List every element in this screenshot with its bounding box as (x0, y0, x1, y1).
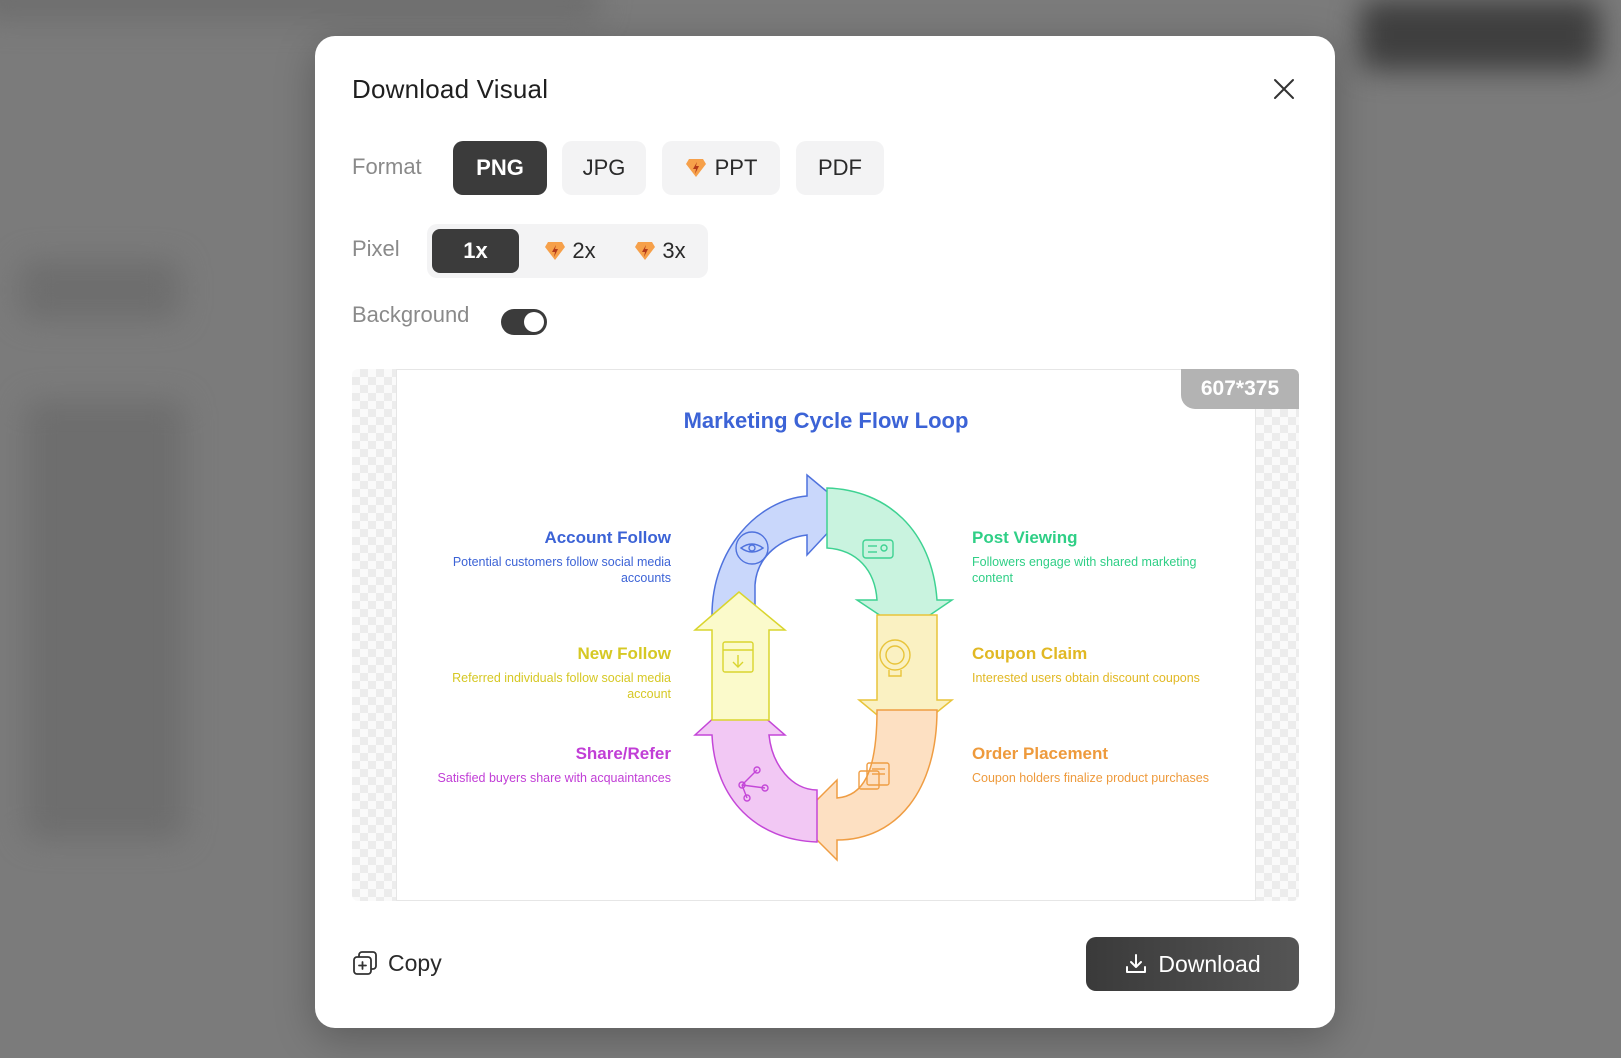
format-option-png[interactable]: PNG (453, 141, 547, 195)
loop-segment-new-follow (692, 591, 788, 721)
format-option-label: PPT (714, 155, 758, 180)
step-description: Potential customers follow social media … (452, 555, 671, 585)
step-account-follow: Account Follow Potential customers follo… (431, 528, 671, 586)
format-option-label: JPG (582, 155, 626, 180)
step-order-placement: Order Placement Coupon holders finalize … (972, 744, 1212, 786)
background-panel (25, 400, 185, 840)
pixel-option-label: 1x (463, 238, 488, 263)
premium-gem-icon (685, 159, 706, 177)
pixel-option-3x[interactable]: 3x (617, 229, 703, 273)
dialog-title: Download Visual (352, 74, 549, 104)
step-title: Share/Refer (575, 744, 671, 763)
step-description: Followers engage with shared marketing c… (972, 555, 1197, 585)
pixel-selector: 1x 2x 3x (427, 224, 708, 278)
copy-label: Copy (388, 949, 442, 976)
pixel-option-label: 2x (572, 238, 596, 263)
background-toggle[interactable] (501, 309, 547, 335)
premium-gem-icon (545, 242, 566, 260)
background-panel (1360, 0, 1600, 70)
format-option-ppt[interactable]: PPT (662, 141, 780, 195)
step-post-viewing: Post Viewing Followers engage with share… (972, 528, 1212, 586)
step-description: Satisfied buyers share with acquaintance… (437, 771, 671, 785)
format-option-pdf[interactable]: PDF (796, 141, 884, 195)
close-icon (1274, 79, 1294, 99)
cycle-loop-graphic (692, 473, 955, 862)
format-label: Format (352, 154, 422, 179)
step-new-follow: New Follow Referred individuals follow s… (431, 644, 671, 702)
step-description: Coupon holders finalize product purchase… (972, 771, 1209, 785)
format-option-label: PNG (476, 155, 524, 180)
copy-button[interactable]: Copy (352, 945, 442, 981)
pixel-label: Pixel (352, 236, 400, 261)
download-button[interactable]: Download (1086, 937, 1299, 991)
background-panel (20, 260, 180, 320)
background-panel (0, 0, 600, 20)
toggle-knob (524, 312, 544, 332)
pixel-option-2x[interactable]: 2x (527, 229, 613, 273)
preview-area: Marketing Cycle Flow Loop Account Follow… (352, 369, 1299, 901)
copy-icon (353, 951, 377, 975)
loop-segment-post-viewing (826, 487, 955, 633)
dimension-badge: 607*375 (1181, 369, 1299, 409)
background-label: Background (352, 302, 470, 327)
step-description: Interested users obtain discount coupons (972, 671, 1200, 685)
step-title: Post Viewing (972, 528, 1078, 547)
download-icon (1126, 954, 1147, 973)
step-title: Coupon Claim (972, 644, 1088, 663)
format-option-label: PDF (818, 155, 862, 180)
step-title: Order Placement (972, 744, 1109, 763)
format-option-jpg[interactable]: JPG (562, 141, 646, 195)
preview-canvas: Marketing Cycle Flow Loop Account Follow… (396, 369, 1256, 901)
step-description: Referred individuals follow social media… (452, 671, 671, 701)
download-dialog: Download Visual Format PNG JPG PPT PDF P… (315, 36, 1335, 1028)
pixel-option-1x[interactable]: 1x (432, 229, 519, 273)
download-label: Download (1158, 950, 1261, 977)
pixel-option-label: 3x (662, 238, 686, 263)
step-title: Account Follow (544, 528, 671, 547)
premium-gem-icon (635, 242, 656, 260)
step-coupon-claim: Coupon Claim Interested users obtain dis… (972, 644, 1212, 686)
step-share-refer: Share/Refer Satisfied buyers share with … (431, 744, 671, 786)
close-button[interactable] (1267, 72, 1301, 106)
step-title: New Follow (577, 644, 672, 663)
